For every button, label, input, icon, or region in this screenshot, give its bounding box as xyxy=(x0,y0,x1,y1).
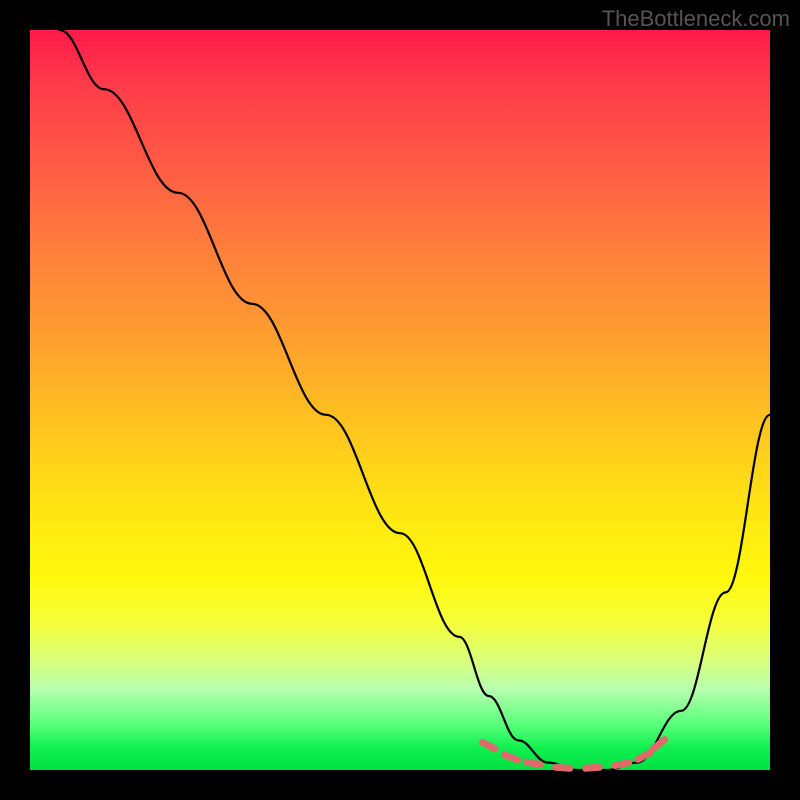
optimal-marker-dash xyxy=(585,767,599,768)
optimal-marker-dash xyxy=(638,753,650,760)
watermark-text: TheBottleneck.com xyxy=(602,6,790,32)
bottleneck-curve xyxy=(60,30,770,770)
optimal-marker-dash xyxy=(556,767,570,768)
optimal-marker-dash xyxy=(654,740,665,749)
chart-svg xyxy=(30,30,770,770)
optimal-region-markers xyxy=(483,740,665,769)
optimal-marker-dash xyxy=(526,762,540,765)
optimal-marker-dash xyxy=(615,763,629,766)
optimal-marker-dash xyxy=(505,755,518,760)
optimal-marker-dash xyxy=(483,742,495,749)
